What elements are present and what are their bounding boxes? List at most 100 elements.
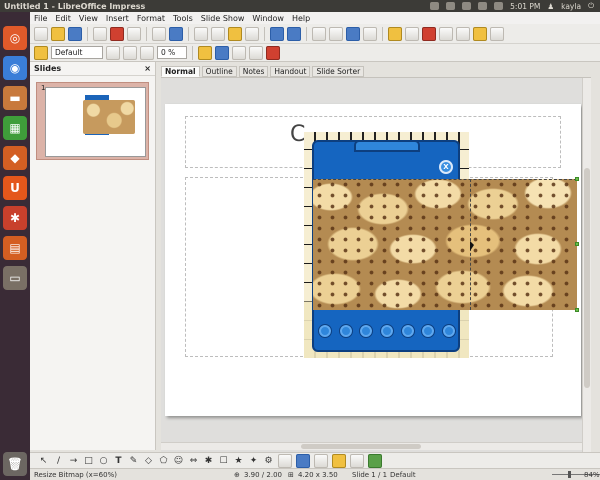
open-icon[interactable] (51, 26, 65, 41)
zoom-icon[interactable] (405, 26, 419, 41)
stars-icon[interactable]: ★ (233, 455, 244, 466)
symbol-shapes-icon[interactable]: ☺ (173, 455, 184, 466)
text-tool-icon[interactable]: T (113, 455, 124, 466)
status-zoom[interactable]: 84% (584, 470, 600, 480)
clock[interactable]: 5:01 PM (510, 2, 540, 11)
print-icon[interactable] (127, 26, 141, 41)
fontwork-gallery-icon[interactable] (278, 453, 292, 468)
tab-normal[interactable]: Normal (161, 66, 200, 77)
menu-format[interactable]: Format (133, 14, 169, 23)
tab-handout[interactable]: Handout (270, 66, 311, 77)
select-tool-icon[interactable]: ↖ (38, 455, 49, 466)
impress-icon[interactable]: ▤ (3, 236, 27, 260)
line-tool-icon[interactable]: / (53, 455, 64, 466)
software-center-icon[interactable]: ◆ (3, 146, 27, 170)
arrange-icon[interactable] (350, 453, 364, 468)
trash-icon[interactable]: 🗑 (3, 452, 27, 476)
red-icon[interactable] (106, 45, 120, 60)
edit-file-icon[interactable] (93, 26, 107, 41)
arrow-tool-icon[interactable]: → (68, 455, 79, 466)
chart-icon[interactable] (312, 26, 326, 41)
export-pdf-icon[interactable] (110, 26, 124, 41)
mail-icon[interactable] (430, 2, 440, 10)
transparency-field[interactable]: 0 % (157, 46, 187, 59)
save-icon[interactable] (68, 26, 82, 41)
block-arrows-icon[interactable]: ⇔ (188, 455, 199, 466)
clone-formatting-icon[interactable] (245, 26, 259, 41)
user-icon[interactable]: ♟ (547, 2, 554, 11)
points-icon[interactable]: ✦ (248, 455, 259, 466)
new-icon[interactable] (34, 26, 48, 41)
table-icon[interactable] (329, 26, 343, 41)
slide-layout-icon[interactable] (490, 26, 504, 41)
menu-view[interactable]: View (75, 14, 102, 23)
menu-insert[interactable]: Insert (102, 14, 133, 23)
cookie-bitmap-image[interactable] (313, 179, 577, 310)
menu-window[interactable]: Window (248, 14, 288, 23)
shadow-icon[interactable] (232, 45, 246, 60)
resize-handle[interactable] (575, 177, 579, 181)
align-icon[interactable] (332, 453, 346, 468)
calc-icon[interactable]: ▦ (3, 116, 27, 140)
slide-thumbnail-1[interactable]: 1 (36, 82, 149, 160)
navigator-icon[interactable] (473, 26, 487, 41)
redo-icon[interactable] (287, 26, 301, 41)
scrollbar-thumb[interactable] (584, 168, 590, 388)
ubuntu-dash-icon[interactable]: ◎ (3, 26, 27, 50)
resize-handle[interactable] (575, 308, 579, 312)
connector-tool-icon[interactable]: ◇ (143, 455, 154, 466)
network-icon[interactable] (478, 2, 488, 10)
menu-slide-show[interactable]: Slide Show (197, 14, 249, 23)
chromium-icon[interactable]: ◉ (3, 56, 27, 80)
tab-slide-sorter[interactable]: Slide Sorter (312, 66, 365, 77)
horizontal-scrollbar[interactable] (161, 442, 582, 450)
power-icon[interactable]: ⏻ (588, 1, 594, 11)
extrusion-icon[interactable]: ⚙ (263, 455, 274, 466)
menu-help[interactable]: Help (288, 14, 314, 23)
rotate-icon[interactable] (314, 453, 328, 468)
cut-icon[interactable] (194, 26, 208, 41)
ubuntu-one-icon[interactable]: U (3, 176, 27, 200)
resize-handle[interactable] (575, 242, 579, 246)
workspaces-icon[interactable]: ▭ (3, 266, 27, 290)
media-icon[interactable] (363, 26, 377, 41)
settings-icon[interactable]: ✱ (3, 206, 27, 230)
tab-outline[interactable]: Outline (201, 66, 237, 77)
menu-edit[interactable]: Edit (51, 14, 75, 23)
fontwork-icon[interactable] (388, 26, 402, 41)
from-file-icon[interactable] (296, 453, 310, 468)
close-icon[interactable]: × (144, 64, 151, 73)
image-icon[interactable] (346, 26, 360, 41)
transparency-icon[interactable] (140, 45, 154, 60)
callouts-icon[interactable]: ☐ (218, 455, 229, 466)
tab-notes[interactable]: Notes (238, 66, 269, 77)
basic-shapes-icon[interactable]: ⬠ (158, 455, 169, 466)
crop-icon[interactable] (249, 45, 263, 60)
green-icon[interactable] (123, 45, 137, 60)
shadow-tool-icon[interactable] (368, 453, 382, 468)
keyboard-icon[interactable] (446, 2, 456, 10)
spellcheck-icon[interactable] (152, 26, 166, 41)
undo-icon[interactable] (270, 26, 284, 41)
filter-icon[interactable] (34, 45, 48, 60)
menu-file[interactable]: File (30, 14, 51, 23)
autospell-icon[interactable] (169, 26, 183, 41)
ellipse-tool-icon[interactable]: ○ (98, 455, 109, 466)
zoom-slider-knob[interactable] (568, 471, 571, 478)
paste-icon[interactable] (228, 26, 242, 41)
user-name[interactable]: kayla (561, 2, 581, 11)
curve-tool-icon[interactable]: ✎ (128, 455, 139, 466)
vertical-scrollbar[interactable] (582, 78, 591, 453)
bluetooth-icon[interactable] (462, 2, 472, 10)
line-icon[interactable] (198, 45, 212, 60)
copy-icon[interactable] (211, 26, 225, 41)
slideshow-icon[interactable] (422, 26, 436, 41)
rectangle-tool-icon[interactable]: □ (83, 455, 94, 466)
area-icon[interactable] (215, 45, 229, 60)
volume-icon[interactable] (494, 2, 504, 10)
display-grid-icon[interactable] (439, 26, 453, 41)
files-icon[interactable]: ▬ (3, 86, 27, 110)
delete-icon[interactable] (266, 45, 280, 60)
helplines-icon[interactable] (456, 26, 470, 41)
flowchart-icon[interactable]: ✱ (203, 455, 214, 466)
